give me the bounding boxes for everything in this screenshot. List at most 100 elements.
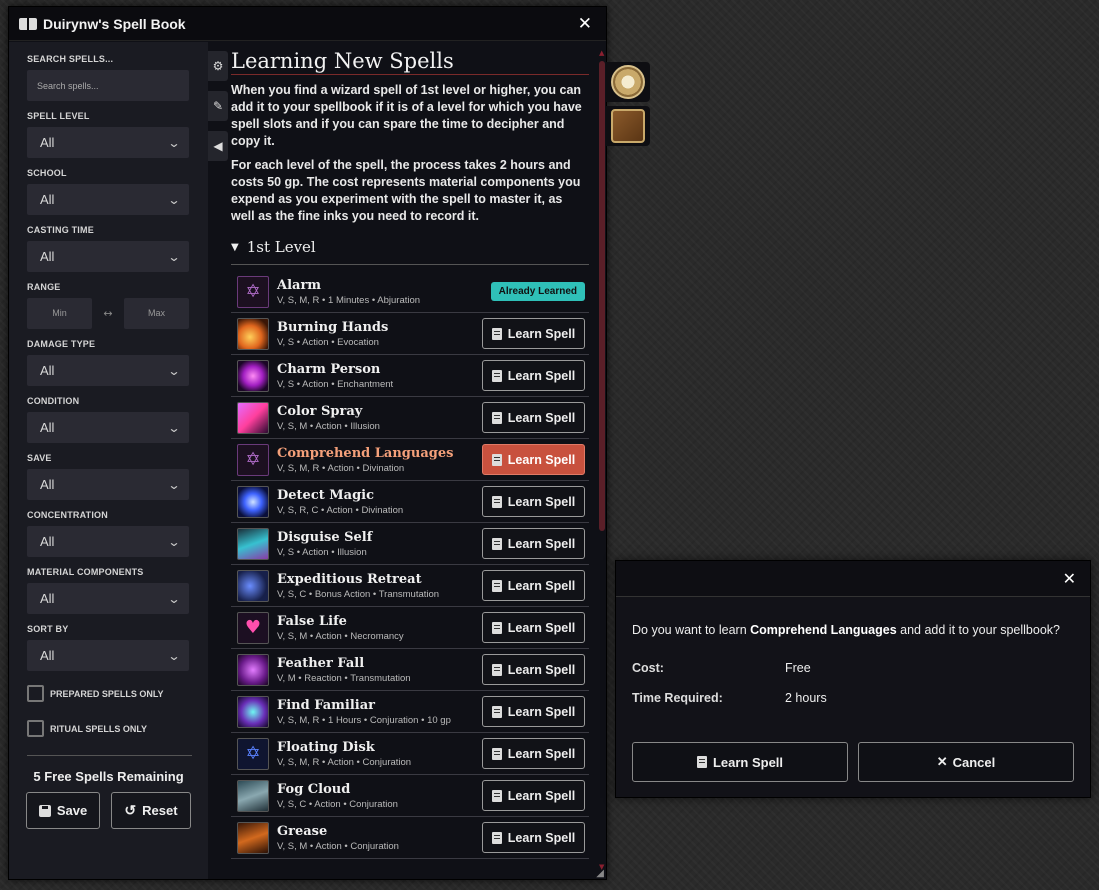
spell-row[interactable]: Color Spray V, S, M • Action • Illusion Le… bbox=[231, 397, 589, 439]
filter-select[interactable]: All ⌄ bbox=[27, 241, 189, 272]
book-icon bbox=[491, 831, 502, 844]
spell-meta: V, S, C • Action • Conjuration bbox=[277, 798, 398, 810]
learn-spell-button[interactable]: Learn Spell bbox=[482, 528, 585, 559]
spell-meta: V, S, M • Action • Conjuration bbox=[277, 840, 399, 852]
spell-row[interactable]: Expeditious Retreat V, S, C • Bonus Actio… bbox=[231, 565, 589, 607]
filter-select[interactable]: All ⌄ bbox=[27, 526, 189, 557]
spell-meta: V, S, R, C • Action • Divination bbox=[277, 504, 404, 516]
filter-group: DAMAGE TYPE All ⌄ bbox=[27, 339, 192, 386]
spell-sigil-icon bbox=[237, 275, 269, 308]
prepared-only-toggle[interactable]: PREPARED SPELLS ONLY bbox=[27, 685, 192, 702]
spell-row[interactable]: Find Familiar V, S, M, R • 1 Hours • Conj… bbox=[231, 691, 589, 733]
spell-text: Charm Person V, S • Action • Enchantment bbox=[277, 362, 393, 390]
scrollbar-thumb[interactable] bbox=[599, 61, 605, 531]
spell-text: Fog Cloud V, S, C • Action • Conjuration bbox=[277, 782, 398, 810]
spell-name: Alarm bbox=[277, 277, 322, 293]
open-book-icon bbox=[19, 17, 37, 31]
filter-value: All bbox=[40, 477, 55, 492]
book-icon bbox=[491, 411, 502, 424]
spell-text: Grease V, S, M • Action • Conjuration bbox=[277, 824, 399, 852]
spell-name: Charm Person bbox=[277, 361, 381, 377]
filter-select[interactable]: All ⌄ bbox=[27, 583, 189, 614]
spellbook-app-button[interactable] bbox=[606, 106, 650, 146]
learn-spell-button[interactable]: Learn Spell bbox=[482, 360, 585, 391]
spell-row[interactable]: Feather Fall V, M • Reaction • Transmutat… bbox=[231, 649, 589, 691]
learn-spell-label: Learn Spell bbox=[507, 704, 576, 719]
filter-group: SORT BY All ⌄ bbox=[27, 624, 192, 671]
filter-select[interactable]: All ⌄ bbox=[27, 640, 189, 671]
filter-value: All bbox=[40, 135, 55, 150]
learn-spell-button[interactable]: Learn Spell bbox=[482, 696, 585, 727]
titlebar[interactable]: Duirynw's Spell Book ✕ bbox=[9, 7, 606, 41]
learn-spell-button[interactable]: Learn Spell bbox=[482, 444, 585, 475]
settings-tab[interactable]: ⚙ bbox=[208, 51, 228, 81]
range-max-input[interactable]: Max bbox=[124, 298, 189, 329]
spell-row[interactable]: Grease V, S, M • Action • Conjuration Lear… bbox=[231, 817, 589, 859]
spell-text: Alarm V, S, M, R • 1 Minutes • Abjuration bbox=[277, 278, 420, 306]
cost-row: Cost: Free bbox=[632, 661, 1090, 675]
learn-spell-button[interactable]: Learn Spell bbox=[482, 822, 585, 853]
scroll-up-icon[interactable]: ▲ bbox=[599, 49, 604, 57]
learn-spell-button[interactable]: Learn Spell bbox=[482, 738, 585, 769]
filter-select[interactable]: All ⌄ bbox=[27, 469, 189, 500]
filter-select[interactable]: All ⌄ bbox=[27, 412, 189, 443]
reset-button[interactable]: ↺ Reset bbox=[111, 792, 191, 829]
filter-select[interactable]: All ⌄ bbox=[27, 127, 189, 158]
filter-label: SAVE bbox=[27, 453, 52, 463]
learn-spell-button[interactable]: Learn Spell bbox=[482, 570, 585, 601]
spell-text: Detect Magic V, S, R, C • Action • Divina… bbox=[277, 488, 403, 516]
prepared-only-checkbox[interactable] bbox=[27, 685, 44, 702]
spell-row[interactable]: Detect Magic V, S, R, C • Action • Divina… bbox=[231, 481, 589, 523]
scrollbar[interactable]: ▲ ▼ bbox=[599, 49, 605, 871]
spell-meta: V, M • Reaction • Transmutation bbox=[277, 672, 411, 684]
filter-value: All bbox=[40, 534, 55, 549]
spell-text: Expeditious Retreat V, S, C • Bonus Actio… bbox=[277, 572, 439, 600]
collapse-tab[interactable]: ◀ bbox=[208, 131, 228, 161]
chevron-down-icon: ⌄ bbox=[167, 135, 181, 150]
spell-meta: V, S • Action • Evocation bbox=[277, 336, 379, 348]
ritual-only-toggle[interactable]: RITUAL SPELLS ONLY bbox=[27, 720, 192, 737]
dialog-learn-button[interactable]: Learn Spell bbox=[632, 742, 848, 782]
chevron-down-icon: ⌄ bbox=[167, 249, 181, 264]
spell-row[interactable]: Comprehend LanguagesV, S, M, R • Action … bbox=[231, 439, 589, 481]
spell-row[interactable]: ♥ False Life V, S, M • Action • Necromancy… bbox=[231, 607, 589, 649]
spell-row[interactable]: Disguise Self V, S • Action • Illusion Lea… bbox=[231, 523, 589, 565]
level-section-header[interactable]: ▼ 1st Level bbox=[231, 238, 589, 265]
filter-select[interactable]: All ⌄ bbox=[27, 184, 189, 215]
chevron-down-icon: ⌄ bbox=[167, 192, 181, 207]
range-min-input[interactable]: Min bbox=[27, 298, 92, 329]
spell-row[interactable]: Charm Person V, S • Action • Enchantment L… bbox=[231, 355, 589, 397]
spell-row[interactable]: Fog Cloud V, S, C • Action • Conjuration L… bbox=[231, 775, 589, 817]
learn-spell-label: Learn Spell bbox=[507, 788, 576, 803]
dialog-cancel-button[interactable]: ✕ Cancel bbox=[858, 742, 1074, 782]
spell-row[interactable]: Burning Hands V, S • Action • Evocation Le… bbox=[231, 313, 589, 355]
time-value: 2 hours bbox=[785, 691, 827, 705]
emblem-app-button[interactable] bbox=[606, 62, 650, 102]
filter-label: CONDITION bbox=[27, 396, 80, 406]
learn-spell-button[interactable]: Learn Spell bbox=[482, 318, 585, 349]
spell-meta: V, S, M, R • Action • Divination bbox=[277, 462, 405, 474]
learn-spell-button[interactable]: Learn Spell bbox=[482, 402, 585, 433]
spell-row[interactable]: AlarmV, S, M, R • 1 Minutes • Abjuration… bbox=[231, 271, 589, 313]
save-button[interactable]: Save bbox=[26, 792, 100, 829]
filter-value: All bbox=[40, 420, 55, 435]
spell-meta: V, S, C • Bonus Action • Transmutation bbox=[277, 588, 440, 600]
filter-select[interactable]: All ⌄ bbox=[27, 355, 189, 386]
question-spell-name: Comprehend Languages bbox=[750, 623, 897, 637]
learn-spell-button[interactable]: Learn Spell bbox=[482, 780, 585, 811]
learn-spell-button[interactable]: Learn Spell bbox=[482, 654, 585, 685]
learn-spell-button[interactable]: Learn Spell bbox=[482, 612, 585, 643]
spell-row[interactable]: ✡ Floating Disk V, S, M, R • Action • Conj… bbox=[231, 733, 589, 775]
learn-spell-label: Learn Spell bbox=[507, 620, 576, 635]
spell-text: Comprehend Languages V, S, M, R • Action … bbox=[277, 446, 453, 474]
filter-value: All bbox=[40, 192, 55, 207]
dialog-close-icon[interactable]: ✕ bbox=[1063, 569, 1076, 588]
ritual-only-checkbox[interactable] bbox=[27, 720, 44, 737]
resize-grip-icon[interactable]: ◢ bbox=[596, 868, 604, 879]
edit-tab[interactable]: ✎ bbox=[208, 91, 228, 121]
close-icon[interactable]: ✕ bbox=[578, 14, 596, 34]
pencil-icon: ✎ bbox=[212, 99, 224, 113]
search-input[interactable] bbox=[27, 70, 189, 101]
learn-spell-button[interactable]: Learn Spell bbox=[482, 486, 585, 517]
spell-text: Feather Fall V, M • Reaction • Transmutat… bbox=[277, 656, 411, 684]
